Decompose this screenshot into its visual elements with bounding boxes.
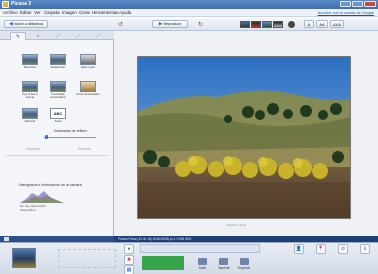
- menu-carpeta[interactable]: Carpeta: [44, 10, 60, 15]
- filmstrip-toggle-icon[interactable]: [4, 237, 9, 241]
- print-action[interactable]: Imprimir: [218, 258, 230, 270]
- filmstrip-thumb-selected[interactable]: [262, 21, 272, 28]
- minimize-button[interactable]: [340, 1, 351, 7]
- brush-blue-icon: ／: [95, 33, 101, 40]
- tab-effects-2[interactable]: ／: [70, 32, 86, 40]
- edit-tabs: ✎ ☼ ／ ／ ／: [0, 31, 114, 40]
- menu-editar[interactable]: Editar: [20, 10, 31, 15]
- brush-green-icon: ／: [75, 33, 81, 40]
- back-to-library-button[interactable]: ◀ Volver a biblioteca: [4, 20, 48, 28]
- auto-contrast-tool[interactable]: Contraste automático: [46, 81, 70, 100]
- location-pin-icon[interactable]: 📍: [316, 244, 326, 254]
- tab-effects-3[interactable]: ／: [90, 32, 106, 40]
- feeling-lucky-tool[interactable]: Voy a tener suerte: [18, 81, 42, 100]
- info-icon[interactable]: ℹ: [360, 244, 370, 254]
- back-arrow-icon: ◀: [8, 21, 13, 27]
- next-arrow-icon[interactable]: [288, 21, 295, 28]
- brush-icon: ／: [55, 33, 61, 40]
- title-bar: Picasa 3: [0, 0, 378, 9]
- print-icon: [219, 258, 229, 265]
- histogram-chart: [20, 191, 64, 203]
- export-icon: [239, 258, 249, 265]
- retouch-icon: [22, 108, 38, 119]
- sign-in-link[interactable]: Acceder con tu cuenta de Google: [318, 11, 374, 15]
- landscape-image: [138, 57, 350, 218]
- play-slideshow-button[interactable]: ▶ Reproducir: [152, 20, 188, 28]
- auto-color-tool[interactable]: Color automático: [76, 81, 100, 96]
- play-icon: ▶: [158, 21, 163, 27]
- clear-red-icon[interactable]: ✖: [124, 255, 134, 265]
- photo-landscape[interactable]: [137, 56, 351, 219]
- red-eye-tool[interactable]: Ojos rojos: [76, 54, 100, 69]
- rotate-icon[interactable]: ↺: [118, 21, 128, 28]
- menu-herramientas[interactable]: Herramientas: [92, 10, 118, 15]
- maximize-button[interactable]: [352, 1, 363, 7]
- crop-icon: [22, 54, 38, 65]
- upload-icon: [198, 258, 207, 265]
- undo-button[interactable]: Deshacer: [26, 147, 41, 151]
- straighten-icon: [50, 54, 66, 65]
- photo-caption[interactable]: Añadir un título: [226, 223, 246, 227]
- exif-note: No hay datos EXIF disponibles: [20, 204, 46, 212]
- histogram-title: Histograma e información de la cámara: [19, 183, 82, 187]
- close-button[interactable]: [364, 1, 376, 7]
- font-size-a-large-button[interactable]: AAA: [330, 20, 344, 28]
- photo-stage: Añadir un título: [114, 31, 378, 236]
- contrast-icon: [50, 81, 66, 92]
- menu-imagen[interactable]: Imagen: [62, 10, 77, 15]
- retouch-tool[interactable]: Retocar: [18, 108, 42, 123]
- action-row: [140, 244, 260, 253]
- lucky-icon: [22, 81, 38, 92]
- redo-button[interactable]: Rehacer: [78, 147, 91, 151]
- font-size-a-medium-button[interactable]: AA: [316, 20, 328, 28]
- add-to-album-icon[interactable]: ▦: [124, 265, 134, 274]
- color-icon: [80, 81, 96, 92]
- fill-light-slider[interactable]: [44, 137, 96, 138]
- panel-divider: [6, 155, 108, 156]
- menu-archivo[interactable]: Archivo: [3, 10, 18, 15]
- people-icon[interactable]: 👤: [294, 244, 304, 254]
- crop-tool[interactable]: Recortar: [18, 54, 42, 69]
- filmstrip-thumb[interactable]: [273, 21, 283, 28]
- toolbar: ◀ Volver a biblioteca ↺ ▶ Reproducir ↻ A…: [0, 18, 378, 31]
- straighten-tool[interactable]: Enderezar: [46, 54, 70, 69]
- tab-tuning[interactable]: ☼: [30, 32, 46, 40]
- edit-panel: ✎ ☼ ／ ／ ／ Recortar Enderezar Ojos rojos …: [0, 31, 114, 236]
- picasa-app-icon: [2, 1, 9, 8]
- red-eye-icon: [80, 54, 96, 65]
- menu-bar: Archivo Editar Ver Carpeta Imagen Crear …: [0, 9, 378, 17]
- sun-icon: ☼: [35, 33, 41, 39]
- menu-ayuda[interactable]: Ayuda: [119, 10, 131, 15]
- photo-tray: [58, 249, 116, 268]
- rotate-right-icon[interactable]: ↻: [198, 21, 207, 28]
- tab-basic-fixes[interactable]: ✎: [10, 32, 26, 40]
- filmstrip-thumb[interactable]: [251, 21, 261, 28]
- menu-ver[interactable]: Ver: [34, 10, 41, 15]
- font-size-a-small-button[interactable]: A: [304, 20, 314, 28]
- bottom-bar: ● ✖ ▦ Subir Imprimir Exportar 👤 📍 ⚙ ℹ: [0, 242, 378, 274]
- upload-share-button[interactable]: [142, 256, 184, 270]
- text-tool[interactable]: ABC Texto: [46, 108, 70, 123]
- upload-action[interactable]: Subir: [198, 258, 207, 270]
- wrench-icon: ✎: [15, 33, 21, 40]
- window-title: Picasa 3: [11, 1, 32, 7]
- fill-light-label: Iluminación de relleno: [54, 129, 87, 133]
- hold-green-dot-icon[interactable]: ●: [124, 244, 134, 254]
- tab-effects-1[interactable]: ／: [50, 32, 66, 40]
- text-abc-icon: ABC: [50, 108, 66, 119]
- menu-crear[interactable]: Crear: [79, 10, 90, 15]
- photo-info-text: Picasa Fotos (10 de 15) 4048×3036 px 1,9…: [118, 237, 192, 241]
- tags-icon[interactable]: ⚙: [338, 244, 348, 254]
- fill-light-slider-knob[interactable]: [45, 135, 48, 139]
- export-action[interactable]: Exportar: [238, 258, 250, 270]
- filmstrip-thumb[interactable]: [240, 21, 250, 28]
- selected-photo-thumbnail[interactable]: [12, 248, 36, 268]
